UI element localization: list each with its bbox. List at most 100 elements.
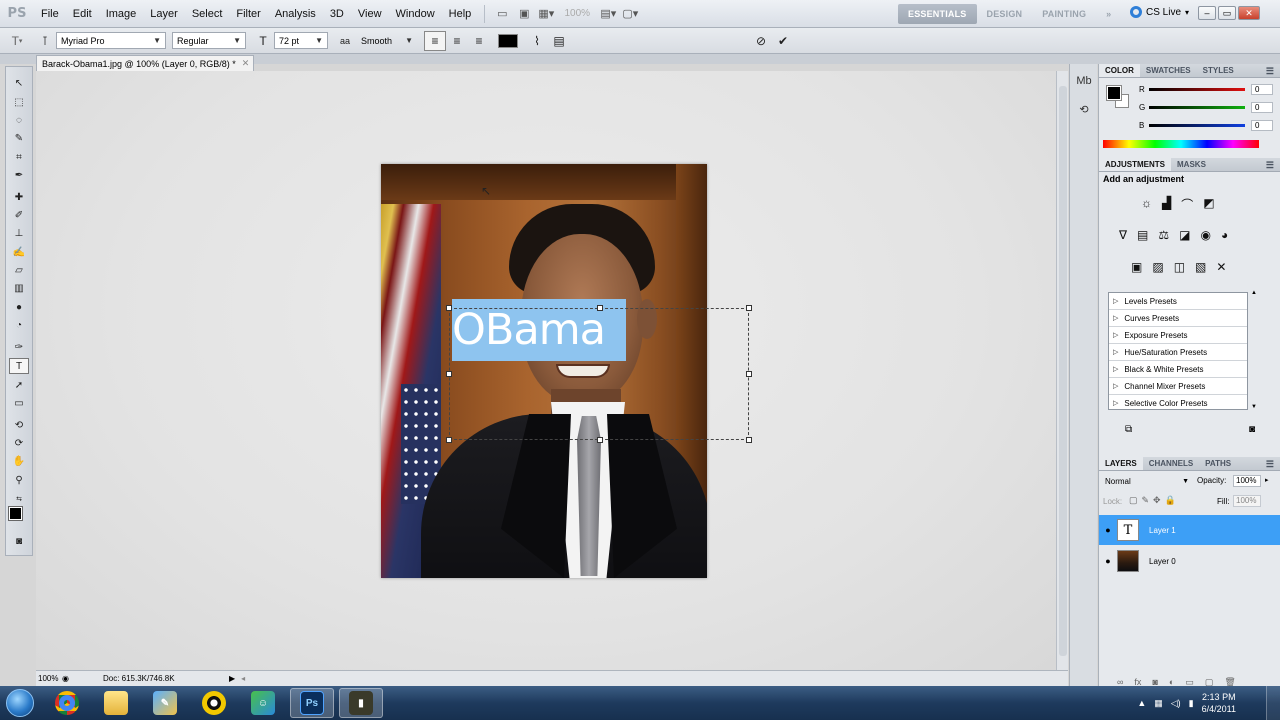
preset-item[interactable]: ▷ Channel Mixer Presets [1109, 378, 1247, 395]
maximize-button[interactable]: ▭ [1218, 6, 1236, 20]
scroll-left-icon[interactable]: ◂ [241, 674, 245, 683]
transform-handle[interactable] [446, 371, 452, 377]
taskbar-app-3[interactable]: ✎ [143, 688, 187, 718]
opacity-slider-arrow-icon[interactable]: ▸ [1265, 476, 1269, 484]
document-tab[interactable]: Barack-Obama1.jpg @ 100% (Layer 0, RGB/8… [36, 55, 254, 71]
channel-value[interactable]: 0 [1251, 120, 1273, 131]
warp-text-icon[interactable]: ⌇ [526, 31, 548, 51]
show-desktop-button[interactable] [1266, 686, 1280, 720]
3d-rotate-tool-icon[interactable]: ⟲ [9, 417, 29, 433]
transform-handle[interactable] [746, 437, 752, 443]
path-selection-tool-icon[interactable]: ➚ [9, 377, 29, 393]
vertical-scrollbar[interactable] [1056, 71, 1068, 670]
vibrance-icon[interactable]: ∇ [1119, 228, 1127, 242]
workspace-painting[interactable]: PAINTING [1032, 9, 1096, 19]
selective-color-icon[interactable]: ✕ [1216, 260, 1226, 274]
menu-help[interactable]: Help [442, 8, 479, 20]
view-extras-icon[interactable]: ▦▾ [535, 5, 557, 23]
swap-colors-icon[interactable]: ⇆ [9, 491, 29, 507]
panel-menu-icon[interactable]: ☰ [1266, 457, 1280, 470]
tab-styles[interactable]: STYLES [1197, 64, 1240, 77]
transform-handle[interactable] [446, 437, 452, 443]
quick-select-tool-icon[interactable]: ✎ [9, 130, 29, 146]
channel-bar[interactable] [1149, 88, 1245, 91]
channel-value[interactable]: 0 [1251, 84, 1273, 95]
move-tool-icon[interactable]: ↖ [9, 75, 29, 91]
menu-select[interactable]: Select [185, 8, 230, 20]
menu-edit[interactable]: Edit [66, 8, 99, 20]
3d-orbit-tool-icon[interactable]: ⟳ [9, 435, 29, 451]
preset-item[interactable]: ▷ Hue/Saturation Presets [1109, 344, 1247, 361]
text-bounding-box[interactable] [446, 305, 752, 443]
shape-tool-icon[interactable]: ▭ [9, 395, 29, 411]
new-adjustment-layer-icon[interactable]: ◙ [1249, 424, 1255, 435]
zoom-level[interactable]: 100% [557, 8, 597, 19]
transform-handle[interactable] [746, 371, 752, 377]
dodge-tool-icon[interactable]: ◔ [9, 317, 29, 333]
tab-swatches[interactable]: SWATCHES [1140, 64, 1197, 77]
taskbar-chrome[interactable] [45, 688, 89, 718]
menu-analysis[interactable]: Analysis [268, 8, 323, 20]
panel-menu-icon[interactable]: ☰ [1266, 64, 1280, 77]
network-icon[interactable]: ▦ [1154, 698, 1163, 709]
preset-item[interactable]: ▷ Levels Presets [1109, 293, 1247, 310]
zoom-preview-icon[interactable]: ◉ [62, 674, 69, 683]
show-hidden-icons-icon[interactable]: ▲ [1137, 698, 1146, 708]
align-left-icon[interactable]: ≡ [424, 30, 446, 51]
blend-mode-select[interactable]: Normal ▼ [1103, 475, 1191, 488]
layer-name[interactable]: Layer 1 [1149, 526, 1176, 535]
eraser-tool-icon[interactable]: ▱ [9, 262, 29, 278]
type-tool-icon[interactable]: T [9, 358, 29, 374]
align-center-icon[interactable]: ≡ [446, 31, 468, 51]
font-size-select[interactable]: 72 pt ▼ [274, 32, 328, 49]
character-panel-icon[interactable]: ▤ [548, 31, 570, 51]
menu-view[interactable]: View [351, 8, 389, 20]
mini-bridge-panel-icon[interactable]: Mb [1073, 70, 1095, 92]
tab-paths[interactable]: PATHS [1199, 457, 1237, 470]
fill-value[interactable]: 100% [1233, 495, 1261, 507]
tab-color[interactable]: COLOR [1099, 64, 1140, 77]
menu-window[interactable]: Window [389, 8, 442, 20]
transform-handle[interactable] [597, 305, 603, 311]
photo-filter-icon[interactable]: ◉ [1200, 228, 1210, 242]
opacity-value[interactable]: 100% [1233, 475, 1261, 487]
clock[interactable]: 2:13 PM 6/4/2011 [1202, 691, 1236, 715]
clip-to-layer-icon[interactable]: ⧉ [1125, 424, 1132, 435]
brightness-contrast-icon[interactable]: ☼ [1141, 196, 1152, 213]
lasso-tool-icon[interactable]: ◌ [9, 112, 29, 128]
panel-menu-icon[interactable]: ☰ [1266, 158, 1280, 171]
text-color-swatch[interactable] [498, 33, 518, 48]
layer-row-layer-0[interactable]: ● Layer 0 [1099, 546, 1280, 576]
tab-channels[interactable]: CHANNELS [1143, 457, 1199, 470]
close-tab-icon[interactable]: ✕ [242, 58, 250, 69]
crop-tool-icon[interactable]: ⌗ [9, 149, 29, 165]
color-balance-icon[interactable]: ⚖ [1158, 228, 1169, 242]
gradient-tool-icon[interactable]: ▥ [9, 280, 29, 296]
channel-mixer-icon[interactable]: ◕ [1221, 228, 1228, 242]
color-slider-g[interactable]: G 0 [1139, 102, 1273, 113]
cancel-edit-icon[interactable]: ⊘ [750, 31, 772, 51]
preset-item[interactable]: ▷ Selective Color Presets [1109, 395, 1247, 409]
workspace-more-icon[interactable]: » [1096, 9, 1121, 19]
pen-tool-icon[interactable]: ✑ [9, 339, 29, 355]
mini-bridge-icon[interactable]: ▣ [513, 5, 535, 23]
screen-mode-icon[interactable]: ▢▾ [619, 5, 641, 23]
menu-layer[interactable]: Layer [143, 8, 185, 20]
layer-row-layer-1[interactable]: ● T Layer 1 [1099, 515, 1280, 545]
exposure-icon[interactable]: ◩ [1203, 196, 1214, 213]
close-button[interactable]: ✕ [1238, 6, 1260, 20]
history-panel-icon[interactable]: ⟲ [1073, 98, 1095, 120]
channel-value[interactable]: 0 [1251, 102, 1273, 113]
volume-icon[interactable]: ◁) [1171, 698, 1181, 709]
minimize-button[interactable]: – [1198, 6, 1216, 20]
antialias-select[interactable]: Smooth ▼ [356, 32, 418, 49]
eyedropper-tool-icon[interactable]: ✒ [9, 167, 29, 183]
hand-tool-icon[interactable]: ✋ [9, 453, 29, 469]
taskbar-app-4[interactable] [192, 688, 236, 718]
menu-3d[interactable]: 3D [323, 8, 351, 20]
status-menu-arrow-icon[interactable]: ▶ [229, 674, 235, 683]
black-white-icon[interactable]: ◪ [1179, 228, 1190, 242]
tab-adjustments[interactable]: ADJUSTMENTS [1099, 158, 1172, 171]
adjustments-scroll-up-icon[interactable]: ▲ [1251, 290, 1257, 296]
visibility-eye-icon[interactable]: ● [1099, 525, 1117, 535]
